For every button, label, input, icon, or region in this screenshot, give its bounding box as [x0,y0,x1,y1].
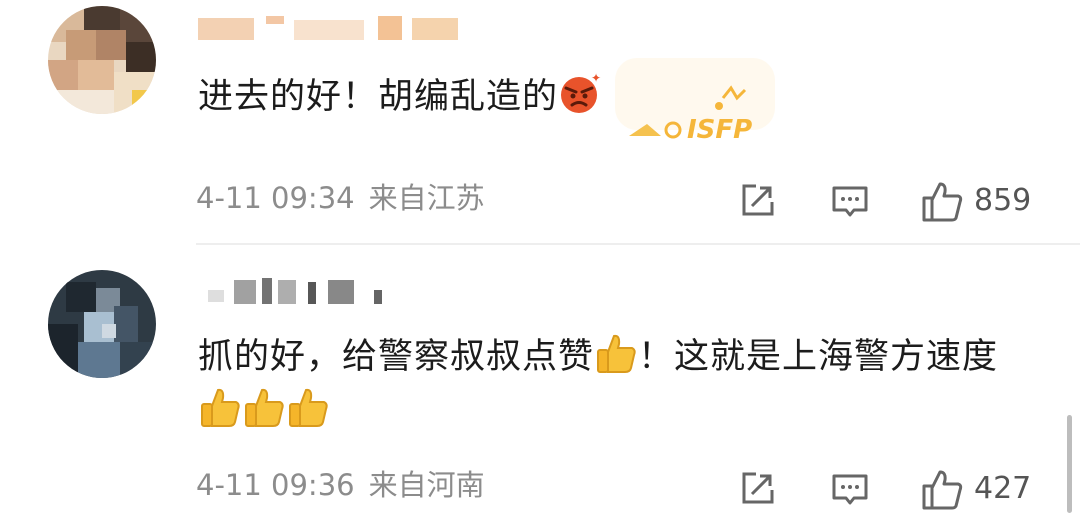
timestamp: 4-11 09:36 [196,468,355,502]
comment-text: 抓的好，给警察叔叔点赞 ！这就是上海警方速度 [198,330,1018,438]
thumbs-up-icon [922,182,963,222]
username-blurred[interactable] [198,12,460,44]
comment-text: 进去的好！胡编乱造的 ✦ [198,72,603,117]
thumbs-up-emoji [594,332,638,374]
share-icon [742,184,774,216]
avatar[interactable] [48,270,156,378]
reply-button[interactable] [830,468,870,508]
avatar[interactable] [48,6,156,114]
share-button[interactable] [738,180,778,220]
thumbs-up-icon [922,470,963,510]
like-count: 427 [974,471,1032,506]
like-button[interactable]: 427 [920,468,1031,510]
comment-icon [832,186,868,217]
timestamp: 4-11 09:34 [196,181,355,215]
svg-text:✦: ✦ [591,72,602,85]
comment-meta: 4-11 09:34 来自江苏 [196,180,485,216]
personality-badge: ISFP [615,58,775,150]
thumbs-up-emoji [242,386,286,428]
reply-button[interactable] [830,180,870,220]
share-button[interactable] [738,468,778,508]
username-blurred[interactable] [198,276,398,308]
divider [196,243,1080,245]
thumbs-up-emoji [198,386,242,428]
share-icon [742,472,774,504]
comment-item: 进去的好！胡编乱造的 ✦ ISFP 4-11 09:34 来自江苏 859 [0,0,1080,245]
thumbs-up-emoji [286,386,330,428]
comment-item: 抓的好，给警察叔叔点赞 ！这就是上海警方速度 4-11 09:36 来自河南 427 [0,246,1080,513]
comment-meta: 4-11 09:36 来自河南 [196,467,485,503]
location: 来自河南 [368,468,485,502]
comment-icon [832,474,868,505]
location: 来自江苏 [368,181,485,215]
like-button[interactable]: 859 [920,180,1031,222]
scrollbar[interactable] [1067,415,1072,513]
badge-label: ISFP [687,115,752,145]
angry-face-emoji: ✦ [558,72,602,114]
like-count: 859 [974,183,1032,218]
